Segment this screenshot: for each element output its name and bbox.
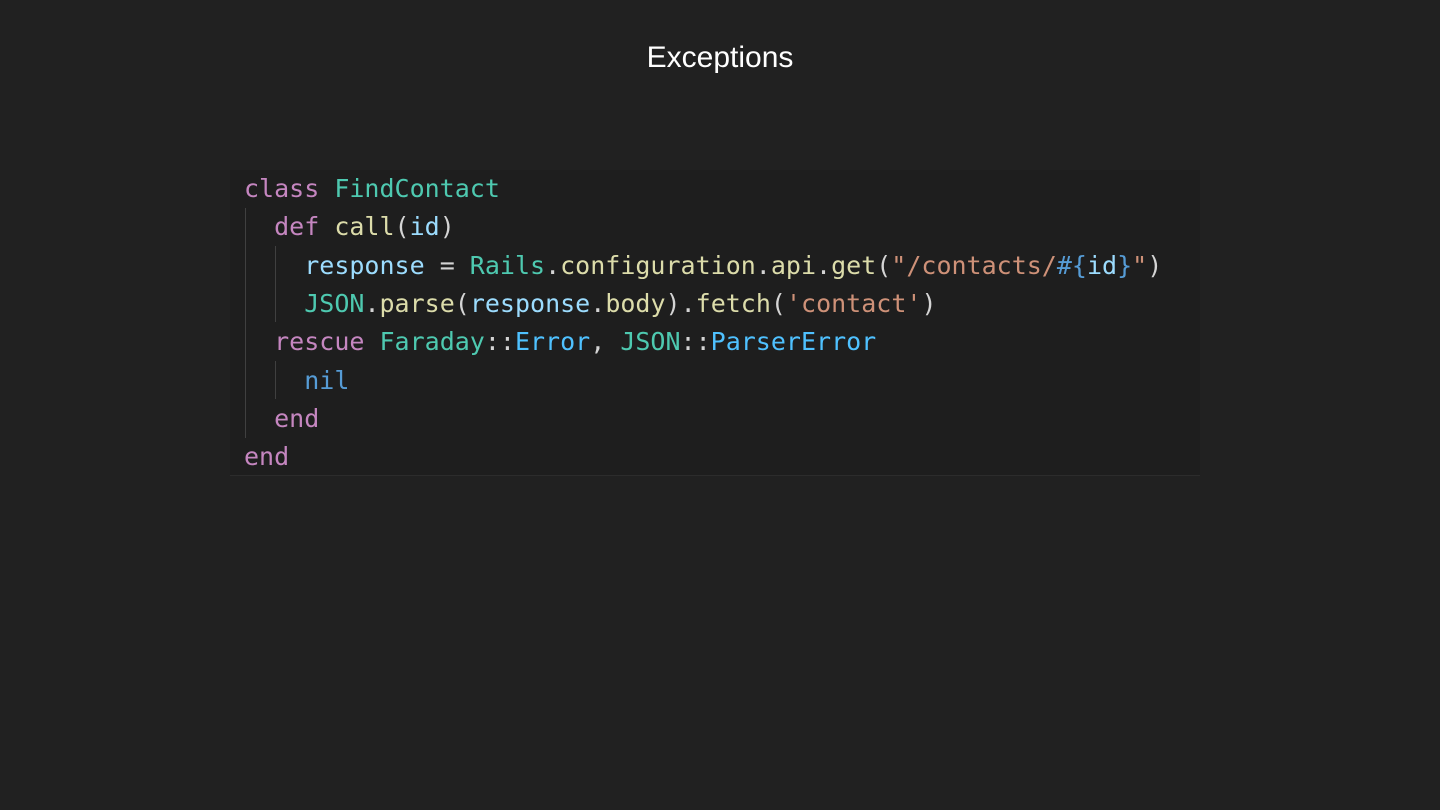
code-token-plain: = [424,250,470,280]
code-token-function: fetch [695,288,771,318]
code-token-keyword: def [274,212,320,242]
code-token-class: Faraday [379,327,485,357]
code-token-plain: ( [454,288,470,318]
code-token-class: FindContact [334,174,500,203]
code-token-function: parse [379,288,455,318]
code-token-plain: . [816,250,832,280]
code-token-plain: :: [680,327,711,357]
slide: Exceptions class FindContact def call(id… [0,0,1440,810]
code-token-plain: , [590,327,621,357]
code-token-constant2: Error [514,327,591,357]
code-token-constant: nil [304,365,350,395]
code-token-string: " [1132,250,1148,280]
code-token-function: call [334,212,395,242]
code-token-function: api [770,250,817,280]
code-token-keyword: rescue [274,327,365,357]
code-token-function: configuration [560,250,756,280]
code-token-class: JSON [304,288,365,318]
code-token-class: Rails [469,250,546,280]
code-line: nil [244,362,349,400]
code-line: response = Rails.configuration.api.get("… [244,247,1162,285]
code-token-constant2: ParserError [710,327,877,357]
code-token-plain: ( [394,212,410,242]
code-token-keyword: end [274,403,320,433]
code-token-function: get [831,250,877,280]
slide-title: Exceptions [646,41,794,74]
code-token-class: JSON [620,327,681,357]
code-token-keyword: class [244,174,320,203]
code-token-plain: . [545,250,561,280]
code-token-plain: ( [770,288,786,318]
code-token-variable: id [1086,250,1118,280]
code-token-string: 'contact' [785,288,922,318]
code-token-variable: response [469,288,591,318]
code-token-constant: } [1117,250,1133,280]
code-token-keyword: end [244,442,290,472]
code-token-variable: id [409,212,440,242]
code-token-plain: ) [1147,250,1163,280]
code-line: end [244,438,289,476]
code-line: def call(id) [244,208,455,246]
code-line: class FindContact [244,170,500,208]
code-token-string: "/contacts/ [891,250,1057,280]
code-token-plain: . [590,288,606,318]
code-token-plain: . [364,288,380,318]
code-block: class FindContact def call(id) response … [230,170,1200,476]
code-token-plain: ( [876,250,892,280]
code-token-variable: response [304,250,425,280]
code-line: JSON.parse(response.body).fetch('contact… [244,285,937,323]
code-token-plain: ) [439,212,455,242]
code-line: end [244,400,319,438]
code-token-plain: . [755,250,771,280]
code-token-function: body [605,288,666,318]
code-token-plain: :: [484,327,515,357]
code-token-constant: #{ [1056,250,1087,280]
code-token-plain: ) [921,288,937,318]
code-line: rescue Faraday::Error, JSON::ParserError [244,323,876,361]
code-token-plain: ). [665,288,696,318]
